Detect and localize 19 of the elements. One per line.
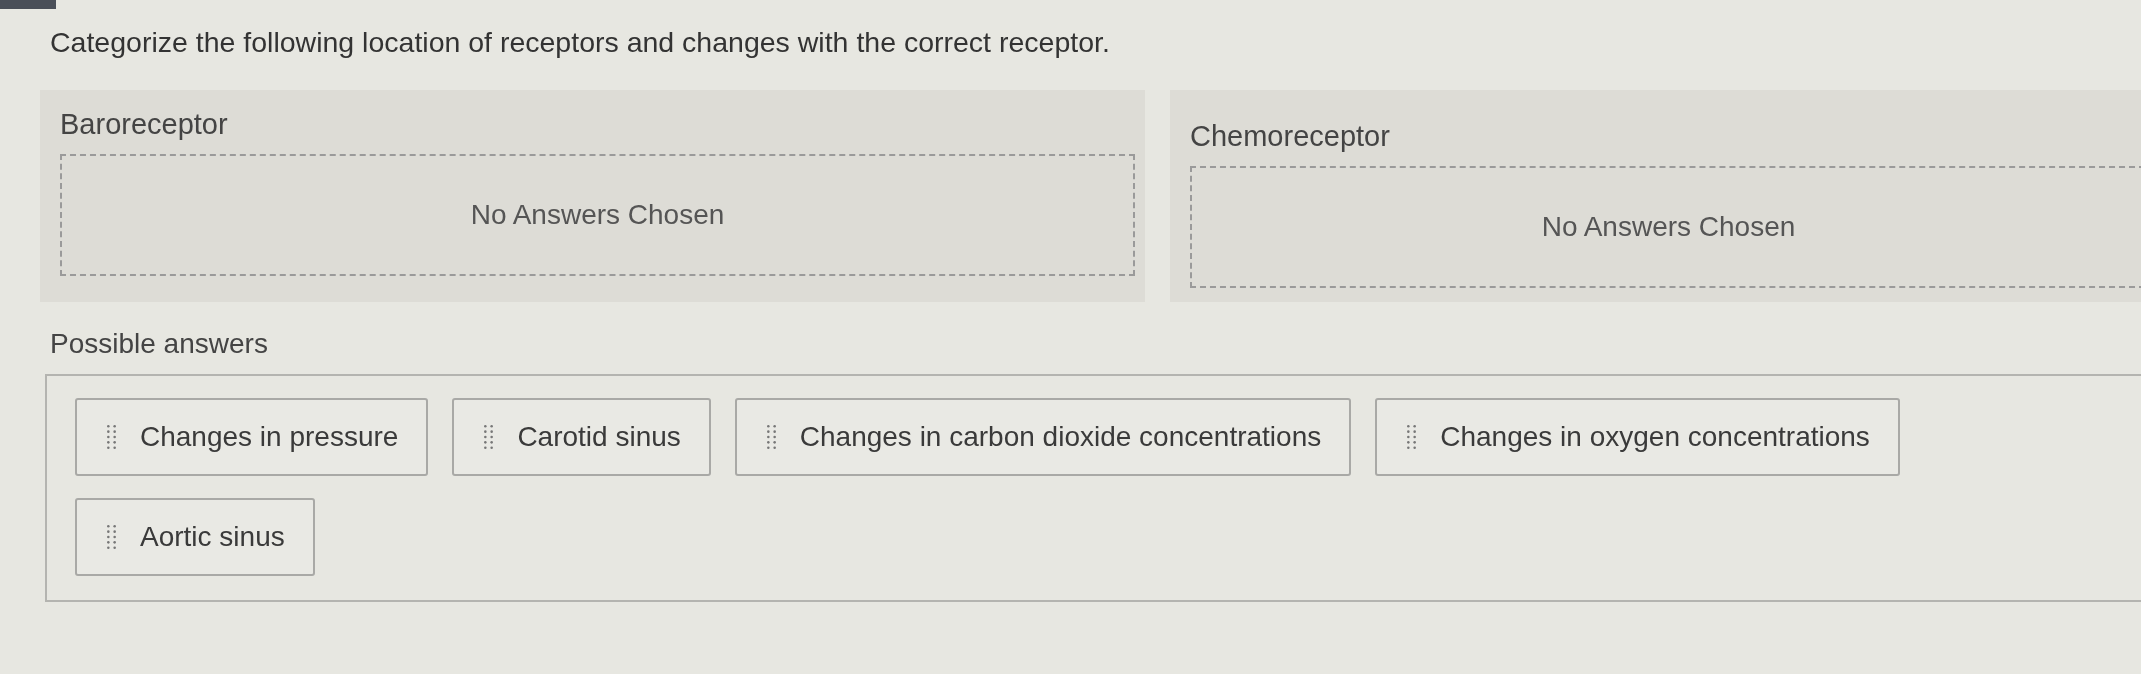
drag-handle-icon xyxy=(766,425,776,449)
category-label: Chemoreceptor xyxy=(1190,119,1391,154)
drop-zone[interactable]: No Answers Chosen xyxy=(1190,166,2141,288)
answer-chip[interactable]: Carotid sinus xyxy=(452,398,711,476)
answer-chip[interactable]: Changes in pressure xyxy=(75,398,429,476)
empty-placeholder: No Answers Chosen xyxy=(470,199,725,231)
answer-chip[interactable]: Changes in carbon dioxide concentrations xyxy=(734,398,1352,476)
empty-placeholder: No Answers Chosen xyxy=(1541,211,1796,243)
drag-handle-icon xyxy=(107,525,116,549)
section-label: Possible answers xyxy=(50,327,269,361)
category-label: Baroreceptor xyxy=(60,107,229,142)
dark-corner-block xyxy=(0,0,56,9)
drag-handle-icon xyxy=(1407,425,1417,449)
drag-handle-icon xyxy=(107,425,116,449)
drag-handle-icon xyxy=(484,425,494,449)
answer-chip[interactable]: Changes in oxygen concentrations xyxy=(1375,398,1900,476)
answer-chip[interactable]: Aortic sinus xyxy=(75,498,315,576)
drop-zone[interactable]: No Answers Chosen xyxy=(60,154,1135,276)
question-text: Categorize the following location of receptors and changes with the correct receptor. xyxy=(50,25,1111,60)
